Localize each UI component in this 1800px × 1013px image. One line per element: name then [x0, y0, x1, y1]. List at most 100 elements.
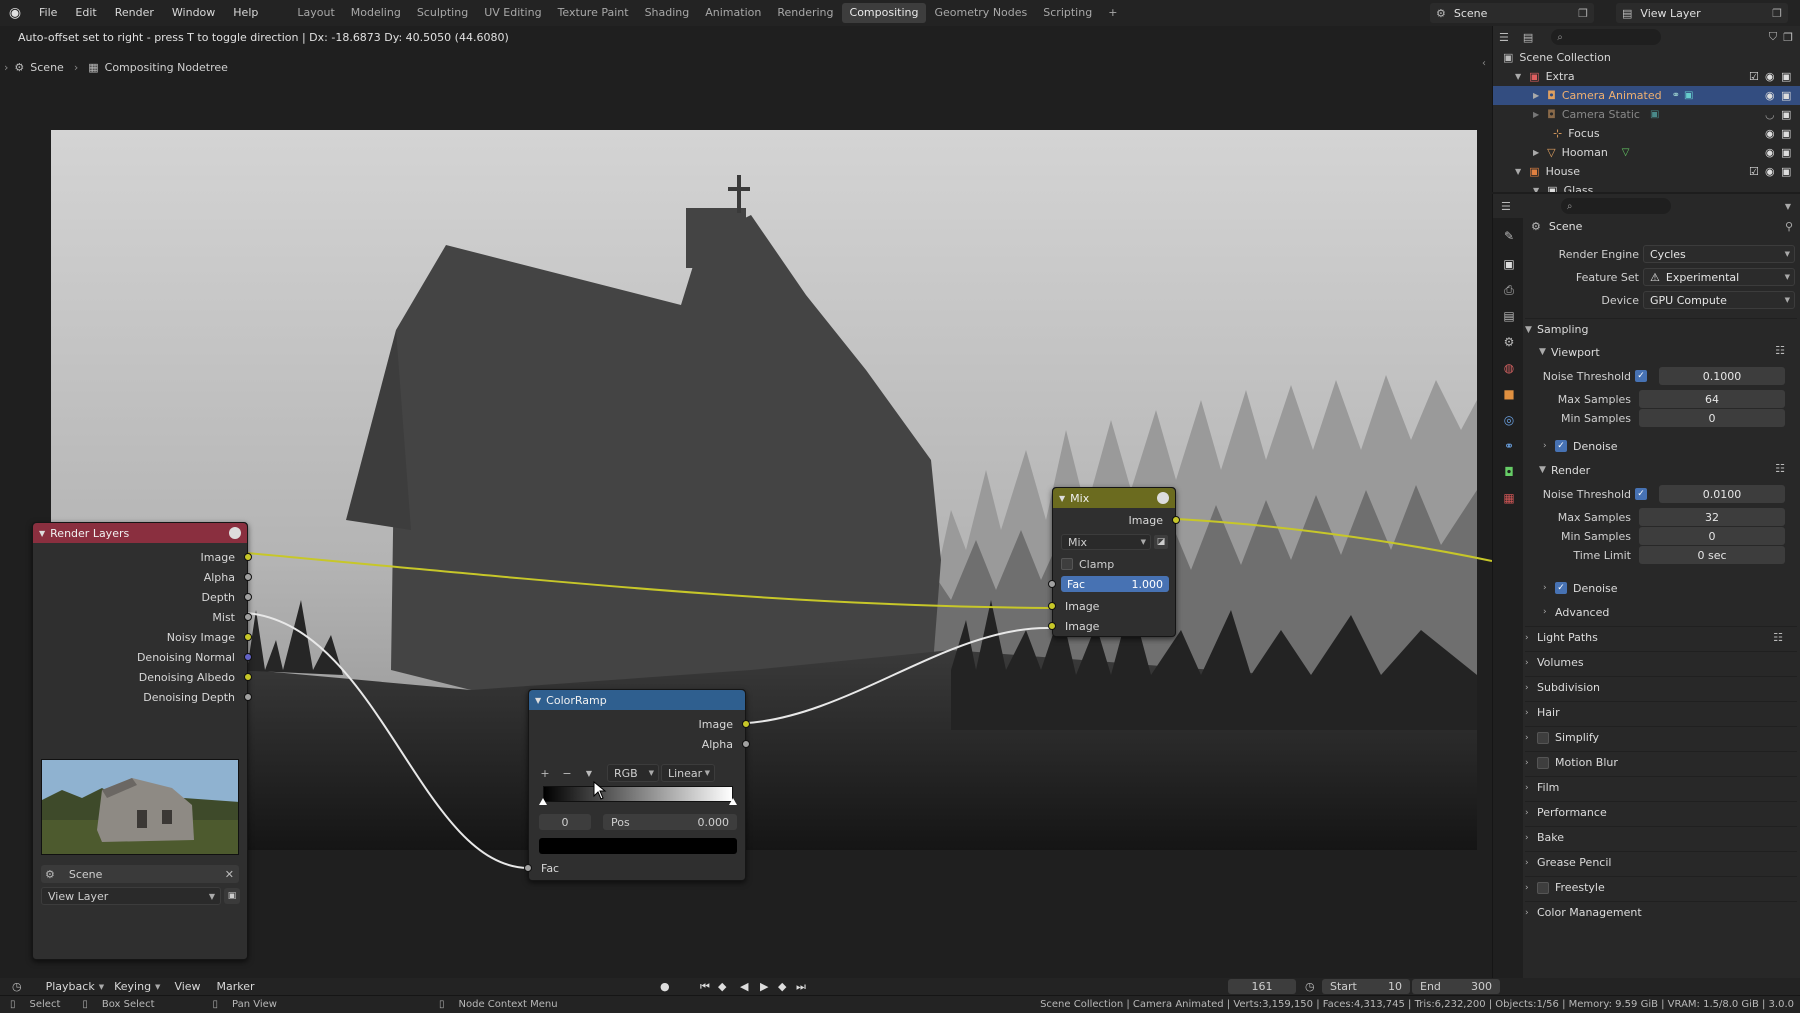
- feature-set-dropdown[interactable]: ⚠ Experimental ▼: [1643, 268, 1795, 286]
- camera-render-icon[interactable]: ▣: [1781, 127, 1791, 140]
- chevron-right-icon[interactable]: ▶: [1533, 91, 1539, 100]
- bake-panel[interactable]: › Bake: [1525, 826, 1797, 848]
- interpolation-dropdown[interactable]: Linear ▼: [661, 764, 715, 782]
- socket-dot[interactable]: [244, 593, 252, 601]
- stop-color-swatch[interactable]: [539, 838, 737, 854]
- jump-end-icon[interactable]: ⏭: [796, 980, 806, 994]
- link-mix-output[interactable]: [1176, 518, 1492, 562]
- performance-panel[interactable]: › Performance: [1525, 801, 1797, 823]
- stop-position-field[interactable]: Pos 0.000: [603, 814, 737, 830]
- freestyle-panel[interactable]: › Freestyle: [1525, 876, 1797, 898]
- freestyle-checkbox[interactable]: [1537, 881, 1549, 894]
- texture-tab-icon[interactable]: ▦: [1499, 488, 1519, 508]
- tab-scripting[interactable]: Scripting: [1035, 3, 1100, 23]
- fac-slider[interactable]: Fac 1.000: [1061, 576, 1169, 592]
- menu-window[interactable]: Window: [163, 0, 224, 26]
- tool-tab-icon[interactable]: ✎: [1499, 226, 1519, 246]
- grease-pencil-panel[interactable]: › Grease Pencil: [1525, 851, 1797, 873]
- play-reverse-icon[interactable]: ◀: [740, 980, 748, 993]
- socket-dot[interactable]: [244, 653, 252, 661]
- render-layers-node[interactable]: ▼ Render Layers Image Alpha Depth Mist N…: [32, 522, 252, 960]
- editor-type-icon[interactable]: ◷: [12, 980, 22, 993]
- menu-render[interactable]: Render: [106, 0, 163, 26]
- pin-icon[interactable]: ⚲: [1785, 220, 1793, 233]
- viewport-min-samples-field[interactable]: 0: [1639, 409, 1785, 427]
- chevron-down-icon[interactable]: ▼: [535, 696, 541, 705]
- play-icon[interactable]: ▶: [760, 980, 768, 993]
- camera-render-icon[interactable]: ▣: [1781, 70, 1791, 83]
- viewport-subpanel-header[interactable]: ▼ Viewport: [1539, 342, 1600, 362]
- socket-dot[interactable]: [244, 693, 252, 701]
- eye-icon[interactable]: ◉: [1765, 165, 1775, 178]
- record-icon[interactable]: ●: [660, 980, 670, 993]
- chevron-down-icon[interactable]: ▼: [1515, 72, 1521, 81]
- socket-dot[interactable]: [524, 864, 532, 872]
- tab-texture-paint[interactable]: Texture Paint: [550, 3, 637, 23]
- link-image-to-mix[interactable]: [246, 552, 1051, 609]
- noise-threshold-checkbox[interactable]: ✓: [1635, 488, 1647, 500]
- jump-start-icon[interactable]: ⏮: [700, 980, 710, 994]
- view-layer-selector[interactable]: ▤ View Layer ❐: [1616, 3, 1788, 23]
- motion-blur-panel[interactable]: › Motion Blur: [1525, 751, 1797, 773]
- timeline-menu-marker[interactable]: Marker: [217, 980, 255, 993]
- render-tab-icon[interactable]: ▣: [1499, 254, 1519, 274]
- outliner-search-input[interactable]: ⌕: [1551, 29, 1662, 45]
- socket-dot[interactable]: [244, 613, 252, 621]
- editor-type-icon[interactable]: ☰: [1501, 200, 1511, 213]
- render-noise-threshold-field[interactable]: 0.0100: [1659, 485, 1785, 503]
- tab-sculpting[interactable]: Sculpting: [409, 3, 476, 23]
- chevron-down-icon[interactable]: ▼: [1533, 186, 1539, 192]
- render-icon[interactable]: [1157, 492, 1169, 504]
- socket-dot[interactable]: [244, 573, 252, 581]
- film-panel[interactable]: › Film: [1525, 776, 1797, 798]
- blender-logo-icon[interactable]: ◉: [0, 5, 30, 21]
- data-tab-icon[interactable]: ◘: [1499, 462, 1519, 482]
- timeline-menu-view[interactable]: View: [174, 980, 200, 993]
- ramp-stop-white[interactable]: [729, 798, 737, 805]
- viewport-denoise-subpanel[interactable]: › ✓ Denoise: [1543, 436, 1618, 456]
- render-layer-icon[interactable]: ▣: [224, 888, 240, 904]
- blend-mode-dropdown[interactable]: Mix ▼: [1061, 534, 1151, 550]
- tab-layout[interactable]: Layout: [289, 3, 342, 23]
- eye-icon[interactable]: ◉: [1765, 146, 1775, 159]
- clamp-checkbox-row[interactable]: Clamp: [1061, 556, 1114, 572]
- advanced-subpanel[interactable]: › Advanced: [1543, 602, 1609, 622]
- render-max-samples-field[interactable]: 32: [1639, 508, 1785, 526]
- checkbox-icon[interactable]: ☑: [1749, 165, 1759, 178]
- hair-panel[interactable]: › Hair: [1525, 701, 1797, 723]
- camera-render-icon[interactable]: ▣: [1781, 89, 1791, 102]
- tree-house[interactable]: ▼ ▣ House ☑ ◉ ▣: [1493, 162, 1800, 181]
- tree-scene-collection[interactable]: ▣ Scene Collection: [1493, 48, 1800, 67]
- chevron-down-icon[interactable]: ▼: [581, 765, 597, 781]
- end-frame-field[interactable]: End 300: [1412, 979, 1500, 994]
- motion-blur-checkbox[interactable]: [1537, 756, 1549, 769]
- presets-icon[interactable]: ☷: [1775, 462, 1785, 475]
- color-ramp-gradient[interactable]: [543, 786, 733, 802]
- viewport-max-samples-field[interactable]: 64: [1639, 390, 1785, 408]
- sampling-panel-header[interactable]: ▼ Sampling: [1525, 318, 1797, 340]
- tab-uv-editing[interactable]: UV Editing: [476, 3, 549, 23]
- camera-render-icon[interactable]: ▣: [1781, 165, 1791, 178]
- camera-render-icon[interactable]: ▣: [1781, 146, 1791, 159]
- add-workspace-button[interactable]: +: [1100, 3, 1125, 23]
- timeline-menu-playback[interactable]: Playback: [46, 980, 95, 993]
- socket-dot[interactable]: [1172, 516, 1180, 524]
- tree-extra[interactable]: ▼ ▣ Extra ☑ ◉ ▣: [1493, 67, 1800, 86]
- add-stop-icon[interactable]: +: [537, 765, 553, 781]
- simplify-panel[interactable]: › Simplify: [1525, 726, 1797, 748]
- light-paths-panel[interactable]: › Light Paths ☷: [1525, 626, 1797, 648]
- close-icon[interactable]: ✕: [225, 868, 234, 881]
- denoise-checkbox[interactable]: ✓: [1555, 440, 1567, 452]
- mix-node[interactable]: ▼ Mix Image Mix ▼ ◪ Clamp Fac 1.000 Imag…: [1048, 487, 1180, 637]
- noise-threshold-checkbox[interactable]: ✓: [1635, 370, 1647, 382]
- scene-tab-icon[interactable]: ⚙: [1499, 332, 1519, 352]
- remove-stop-icon[interactable]: −: [559, 765, 575, 781]
- tab-rendering[interactable]: Rendering: [769, 3, 841, 23]
- tab-modeling[interactable]: Modeling: [343, 3, 409, 23]
- render-subpanel-header[interactable]: ▼ Render: [1539, 460, 1590, 480]
- chevron-down-icon[interactable]: ▼: [1515, 167, 1521, 176]
- eye-icon[interactable]: ◉: [1765, 127, 1775, 140]
- current-frame-field[interactable]: 161: [1228, 979, 1296, 994]
- properties-panel[interactable]: ☰ ⌕ ▼ ✎ ▣ ⎙ ▤ ⚙ ◍ ■ ◎ ⚭ ◘ ▦ ⚙ Scene ⚲ Re…: [1492, 194, 1800, 978]
- color-mode-dropdown[interactable]: RGB ▼: [607, 764, 659, 782]
